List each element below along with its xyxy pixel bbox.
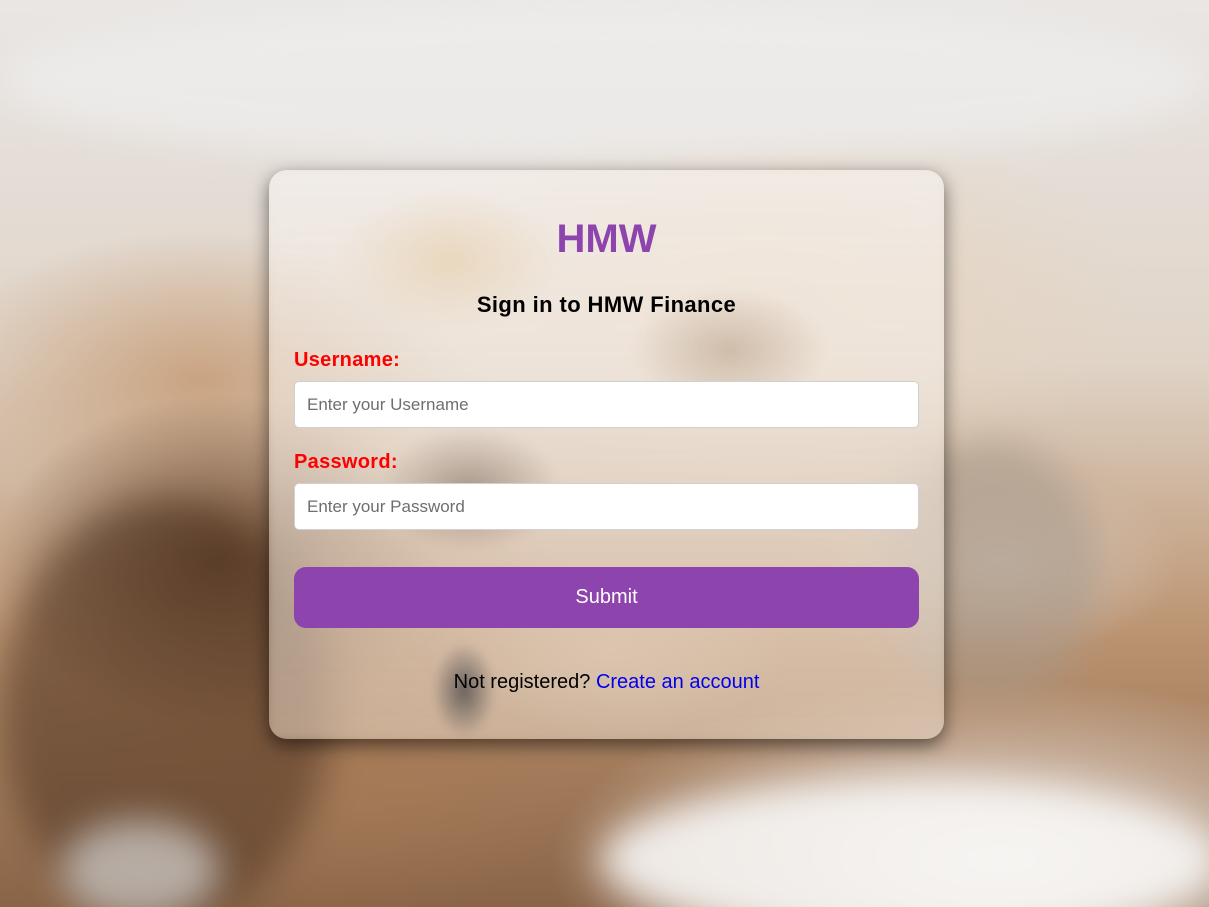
background-blob (0, 0, 1209, 160)
create-account-link[interactable]: Create an account (596, 671, 759, 693)
register-prompt-text: Not registered? (453, 671, 591, 693)
username-label: Username: (294, 349, 401, 371)
login-form: HMW Sign in to HMW Finance Username: Pas… (294, 170, 919, 694)
password-label: Password: (294, 451, 398, 473)
password-input[interactable] (294, 483, 919, 530)
username-input[interactable] (294, 381, 919, 428)
background-blob (600, 780, 1209, 907)
page-title: Sign in to HMW Finance (476, 292, 737, 317)
submit-button[interactable]: Submit (294, 567, 919, 628)
login-card: HMW Sign in to HMW Finance Username: Pas… (269, 170, 944, 739)
register-prompt-line: Not registered? Create an account (294, 671, 919, 694)
brand-logo: HMW (556, 217, 657, 261)
